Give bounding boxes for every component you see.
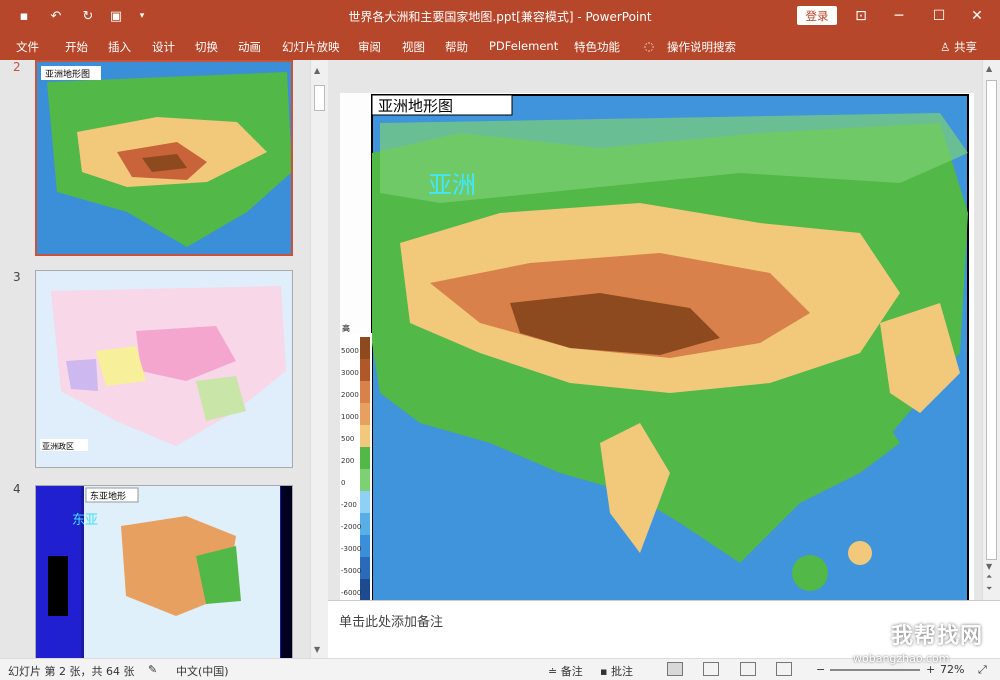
slide-thumbnail-4[interactable]: 东亚地形 东亚 bbox=[35, 485, 293, 658]
legend-value: 5000 bbox=[341, 347, 359, 355]
scroll-thumb[interactable] bbox=[314, 85, 325, 111]
legend-value: 0 bbox=[341, 479, 345, 487]
slide-thumbnail-3[interactable]: 亚洲政区 bbox=[35, 270, 293, 468]
legend-header: 高 bbox=[342, 323, 350, 333]
notes-toggle[interactable]: ≐ 备注 bbox=[548, 663, 583, 679]
tab-view[interactable]: 视图 bbox=[402, 39, 425, 55]
tab-home[interactable]: 开始 bbox=[65, 39, 88, 55]
legend-value: -2000 bbox=[341, 523, 361, 531]
ribbon-tabs: 文件 开始 插入 设计 切换 动画 幻灯片放映 审阅 视图 帮助 PDFelem… bbox=[0, 31, 1000, 60]
thumb-caption: 东亚地形 bbox=[90, 490, 126, 502]
slide-number: 4 bbox=[13, 482, 21, 496]
legend-value: -5000 bbox=[341, 567, 361, 575]
person-icon: ♙ bbox=[940, 40, 954, 54]
comment-icon: ▪ bbox=[600, 665, 611, 678]
zoom-in-icon[interactable]: + bbox=[926, 663, 935, 676]
scroll-up-icon[interactable]: ▲ bbox=[986, 64, 992, 73]
share-button[interactable]: ♙ 共享 bbox=[940, 39, 977, 55]
comments-toggle[interactable]: ▪ 批注 bbox=[600, 663, 633, 679]
asia-terrain-map: 亚洲地形图 亚洲 高 5000 3000 2000 1000 500 200 0… bbox=[340, 93, 974, 629]
save-icon[interactable]: ▪ bbox=[14, 6, 34, 26]
tab-file[interactable]: 文件 bbox=[16, 39, 39, 55]
slide-counter: 幻灯片 第 2 张，共 64 张 bbox=[8, 665, 135, 678]
legend-value: -200 bbox=[341, 501, 357, 509]
tab-review[interactable]: 审阅 bbox=[358, 39, 381, 55]
previous-slide-icon[interactable]: ⏶ bbox=[986, 572, 992, 582]
scroll-up-icon[interactable]: ▲ bbox=[314, 66, 320, 75]
notes-placeholder[interactable]: 单击此处添加备注 bbox=[339, 611, 443, 630]
slideshow-from-start-icon[interactable]: ▣ bbox=[106, 6, 126, 26]
fit-to-window-icon[interactable]: ⤢ bbox=[978, 663, 987, 677]
redo-icon[interactable]: ↻ bbox=[78, 6, 98, 26]
tab-help[interactable]: 帮助 bbox=[445, 39, 468, 55]
scroll-down-icon[interactable]: ▼ bbox=[986, 562, 992, 571]
thumbnail-scrollbar[interactable]: ▲ ▼ bbox=[310, 60, 328, 658]
current-slide[interactable]: 亚洲地形图 亚洲 高 5000 3000 2000 1000 500 200 0… bbox=[340, 93, 974, 629]
thumb-caption: 亚洲地形图 bbox=[45, 68, 90, 80]
elevation-legend bbox=[360, 337, 370, 601]
spellcheck-icon[interactable]: ✎ bbox=[148, 663, 157, 676]
tab-special-features[interactable]: 特色功能 bbox=[574, 39, 620, 55]
notes-pane[interactable]: 单击此处添加备注 bbox=[328, 600, 1000, 658]
tab-design[interactable]: 设计 bbox=[152, 39, 175, 55]
notes-icon: ≐ bbox=[548, 665, 561, 678]
login-button[interactable]: 登录 bbox=[797, 6, 837, 25]
asia-political-thumbnail: 亚洲政区 bbox=[36, 271, 292, 467]
tab-slideshow[interactable]: 幻灯片放映 bbox=[282, 39, 340, 55]
slide-number: 2 bbox=[13, 60, 21, 74]
legend-value: -6000 bbox=[341, 589, 361, 597]
region-label: 亚洲 bbox=[428, 171, 476, 199]
asia-terrain-thumbnail: 亚洲地形图 bbox=[37, 62, 291, 254]
legend-value: 2000 bbox=[341, 391, 359, 399]
tab-insert[interactable]: 插入 bbox=[108, 39, 131, 55]
east-asia-thumbnail: 东亚地形 东亚 bbox=[36, 486, 292, 658]
status-bar: 幻灯片 第 2 张，共 64 张 ✎ 中文(中国) ≐ 备注 ▪ 批注 − + … bbox=[0, 658, 1000, 680]
tab-animations[interactable]: 动画 bbox=[238, 39, 261, 55]
slide-title: 亚洲地形图 bbox=[378, 97, 453, 115]
reading-view-icon[interactable] bbox=[740, 662, 756, 676]
zoom-slider[interactable] bbox=[830, 669, 920, 671]
thumb-caption: 亚洲政区 bbox=[42, 441, 74, 451]
normal-view-icon[interactable] bbox=[667, 662, 683, 676]
legend-value: 500 bbox=[341, 435, 354, 443]
next-slide-icon[interactable]: ⏷ bbox=[986, 584, 992, 594]
minimize-icon[interactable]: ─ bbox=[880, 0, 918, 31]
scroll-thumb[interactable] bbox=[986, 80, 997, 560]
slide-sorter-icon[interactable] bbox=[703, 662, 719, 676]
scroll-down-icon[interactable]: ▼ bbox=[314, 645, 320, 654]
legend-value: -3000 bbox=[341, 545, 361, 553]
ribbon-display-icon[interactable]: ⊡ bbox=[842, 0, 880, 31]
thumb-title: 东亚 bbox=[72, 513, 98, 528]
legend-value: 1000 bbox=[341, 413, 359, 421]
window-title: 世界各大洲和主要国家地图.ppt[兼容模式] - PowerPoint bbox=[348, 10, 652, 24]
editor-scrollbar[interactable]: ▲ ▼ ⏶ ⏷ bbox=[982, 60, 1000, 600]
zoom-out-icon[interactable]: − bbox=[816, 663, 825, 676]
slide-thumbnail-pane: 2 亚洲地形图 3 亚洲政区 4 东亚地形 东亚 bbox=[0, 60, 310, 658]
tab-pdfelement[interactable]: PDFelement bbox=[489, 39, 558, 53]
undo-icon[interactable]: ↶ bbox=[46, 6, 66, 26]
tab-transitions[interactable]: 切换 bbox=[195, 39, 218, 55]
legend-value: 200 bbox=[341, 457, 354, 465]
legend-value: 3000 bbox=[341, 369, 359, 377]
slide-editor: 亚洲地形图 亚洲 高 5000 3000 2000 1000 500 200 0… bbox=[328, 60, 982, 629]
slide-thumbnail-2[interactable]: 亚洲地形图 bbox=[35, 60, 293, 256]
tell-me-search[interactable]: 操作说明搜索 bbox=[667, 39, 736, 55]
close-icon[interactable]: ✕ bbox=[958, 0, 996, 31]
title-bar: ▪ ↶ ↻ ▣ ▾ 世界各大洲和主要国家地图.ppt[兼容模式] - Power… bbox=[0, 0, 1000, 31]
zoom-level[interactable]: 72% bbox=[940, 663, 964, 676]
lightbulb-icon: ◌ bbox=[644, 39, 655, 53]
customize-qat-icon[interactable]: ▾ bbox=[132, 6, 152, 26]
maximize-icon[interactable]: ☐ bbox=[920, 0, 958, 31]
slide-number: 3 bbox=[13, 270, 21, 284]
slideshow-icon[interactable] bbox=[776, 662, 792, 676]
language-indicator[interactable]: 中文(中国) bbox=[176, 663, 229, 679]
